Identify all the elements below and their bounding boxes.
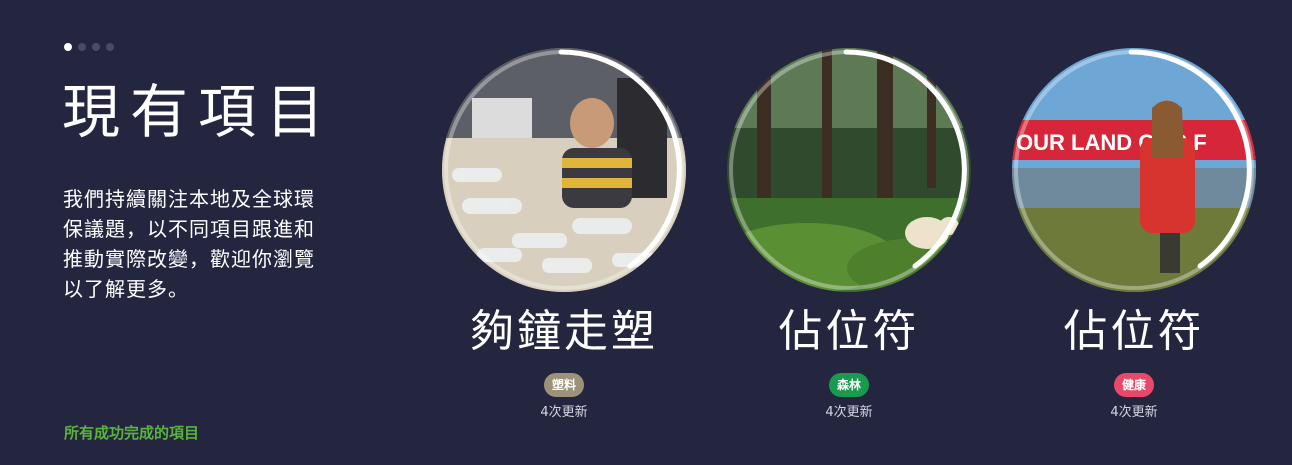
progress-ring <box>444 49 684 290</box>
project-title: 夠鐘走塑 <box>470 306 658 357</box>
project-card-health[interactable]: OUR LAND OUR F 佔位符 健康 4次更新 <box>1004 44 1264 420</box>
project-progress-circle <box>434 44 694 292</box>
update-count: 4次更新 <box>540 404 588 420</box>
project-progress-circle <box>719 44 979 292</box>
project-progress-circle: OUR LAND OUR F <box>1004 44 1264 292</box>
progress-ring <box>1014 49 1254 290</box>
update-count: 4次更新 <box>825 404 873 420</box>
carousel-indicator <box>64 43 114 51</box>
project-title: 佔位符 <box>778 306 920 357</box>
carousel-dot-3[interactable] <box>92 43 100 51</box>
project-title: 佔位符 <box>1063 306 1205 357</box>
progress-ring <box>729 49 969 290</box>
project-card-forest[interactable]: 佔位符 森林 4次更新 <box>719 44 979 420</box>
category-badge: 塑料 <box>543 372 584 397</box>
project-card-plastic[interactable]: 夠鐘走塑 塑料 4次更新 <box>434 44 694 420</box>
category-badge: 健康 <box>1113 372 1154 397</box>
carousel-dot-2[interactable] <box>78 43 86 51</box>
update-count: 4次更新 <box>1110 404 1158 420</box>
carousel-dot-1[interactable] <box>64 43 72 51</box>
category-badge: 森林 <box>828 372 869 397</box>
section-description: 我們持續關注本地及全球環保議題，以不同項目跟進和推動實際改變，歡迎你瀏覽以了解更… <box>63 187 315 301</box>
section-title: 現有項目 <box>62 78 335 146</box>
carousel-dot-4[interactable] <box>106 43 114 51</box>
completed-projects-link[interactable]: 所有成功完成的項目 <box>64 422 199 443</box>
